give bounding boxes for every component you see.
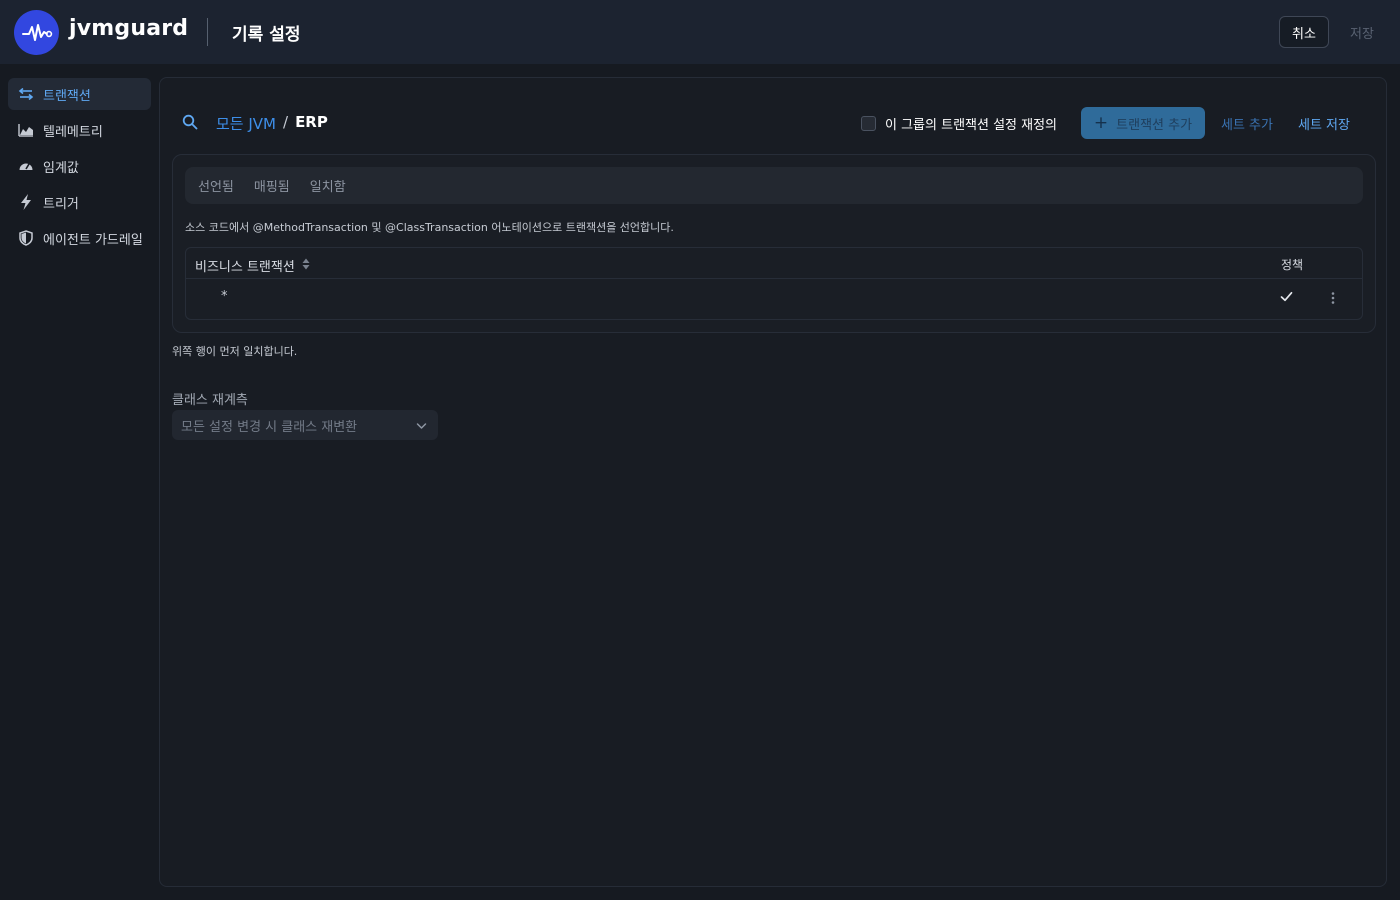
column-policy: 정책 xyxy=(1281,258,1304,272)
add-transaction-button[interactable]: + 트랜잭션 추가 xyxy=(1081,107,1205,139)
sidebar-item-agent-guardrails[interactable]: 에이전트 가드레일 xyxy=(8,222,151,254)
transactions-icon xyxy=(18,86,34,102)
transaction-name: * xyxy=(221,289,228,304)
plus-icon: + xyxy=(1093,113,1109,133)
sort-icon[interactable] xyxy=(302,258,310,274)
breadcrumb-separator: / xyxy=(283,113,289,131)
sidebar-item-triggers[interactable]: 트리거 xyxy=(8,186,151,218)
chart-icon xyxy=(18,122,34,138)
shield-icon xyxy=(18,230,34,246)
lightning-icon xyxy=(18,194,34,210)
page-title: 기록 설정 xyxy=(232,25,301,45)
order-hint: 위쪽 행이 먼저 일치합니다. xyxy=(172,345,298,358)
top-header: jvmguard 기록 설정 취소 저장 xyxy=(0,0,1400,64)
sidebar-item-thresholds[interactable]: 임계값 xyxy=(8,150,151,182)
sidebar-item-label: 텔레메트리 xyxy=(43,124,103,140)
sidebar-item-transactions[interactable]: 트랜잭션 xyxy=(8,78,151,110)
transaction-table: 비즈니스 트랜잭션 정책 * xyxy=(185,247,1363,320)
column-label: 비즈니스 트랜잭션 xyxy=(195,260,295,275)
table-header: 비즈니스 트랜잭션 정책 xyxy=(186,248,1362,279)
sidebar: 트랜잭션 텔레메트리 임계값 트리거 에이전트 가드레일 xyxy=(8,78,151,258)
more-options-icon[interactable] xyxy=(1331,291,1335,309)
save-set-button[interactable]: 세트 저장 xyxy=(1298,114,1350,133)
tab-matched[interactable]: 일치함 xyxy=(310,176,346,195)
tab-declared[interactable]: 선언됨 xyxy=(198,176,234,195)
override-label: 이 그룹의 트랜잭션 설정 재정의 xyxy=(885,118,1058,133)
check-icon xyxy=(1280,291,1293,306)
override-checkbox[interactable] xyxy=(861,116,876,131)
cancel-button[interactable]: 취소 xyxy=(1279,16,1329,48)
override-toggle[interactable]: 이 그룹의 트랜잭션 설정 재정의 xyxy=(861,114,1057,133)
add-transaction-label: 트랜잭션 추가 xyxy=(1116,117,1193,133)
gauge-icon xyxy=(18,158,34,174)
brand-name: jvmguard xyxy=(69,16,189,41)
transaction-panel: 선언됨 매핑됨 일치함 소스 코드에서 @MethodTransaction 및… xyxy=(172,154,1376,333)
retransform-select[interactable]: 모든 설정 변경 시 클래스 재변환 xyxy=(172,410,438,440)
breadcrumb: 모든 JVM / ERP xyxy=(216,113,328,134)
save-button[interactable]: 저장 xyxy=(1336,16,1388,48)
sidebar-item-label: 에이전트 가드레일 xyxy=(43,232,143,248)
add-set-button[interactable]: 세트 추가 xyxy=(1221,114,1273,133)
sidebar-item-label: 임계값 xyxy=(43,160,79,176)
breadcrumb-root-link[interactable]: 모든 JVM xyxy=(216,113,276,134)
sidebar-item-label: 트랜잭션 xyxy=(43,88,91,104)
retransform-label: 클래스 재계측 xyxy=(172,393,248,408)
table-row[interactable]: * xyxy=(186,279,1362,319)
main-panel: 모든 JVM / ERP 이 그룹의 트랜잭션 설정 재정의 + 트랜잭션 추가… xyxy=(159,77,1387,887)
search-icon[interactable] xyxy=(182,114,198,134)
tab-bar: 선언됨 매핑됨 일치함 xyxy=(185,167,1363,204)
header-divider xyxy=(207,18,208,46)
chevron-down-icon xyxy=(416,419,427,434)
sidebar-item-telemetry[interactable]: 텔레메트리 xyxy=(8,114,151,146)
tab-mapped[interactable]: 매핑됨 xyxy=(254,176,290,195)
retransform-value: 모든 설정 변경 시 클래스 재변환 xyxy=(181,419,358,435)
tab-description: 소스 코드에서 @MethodTransaction 및 @ClassTrans… xyxy=(185,221,674,234)
logo-icon xyxy=(14,10,59,55)
sidebar-item-label: 트리거 xyxy=(43,196,79,212)
breadcrumb-current: ERP xyxy=(295,113,328,131)
column-business-transaction[interactable]: 비즈니스 트랜잭션 xyxy=(195,256,310,275)
